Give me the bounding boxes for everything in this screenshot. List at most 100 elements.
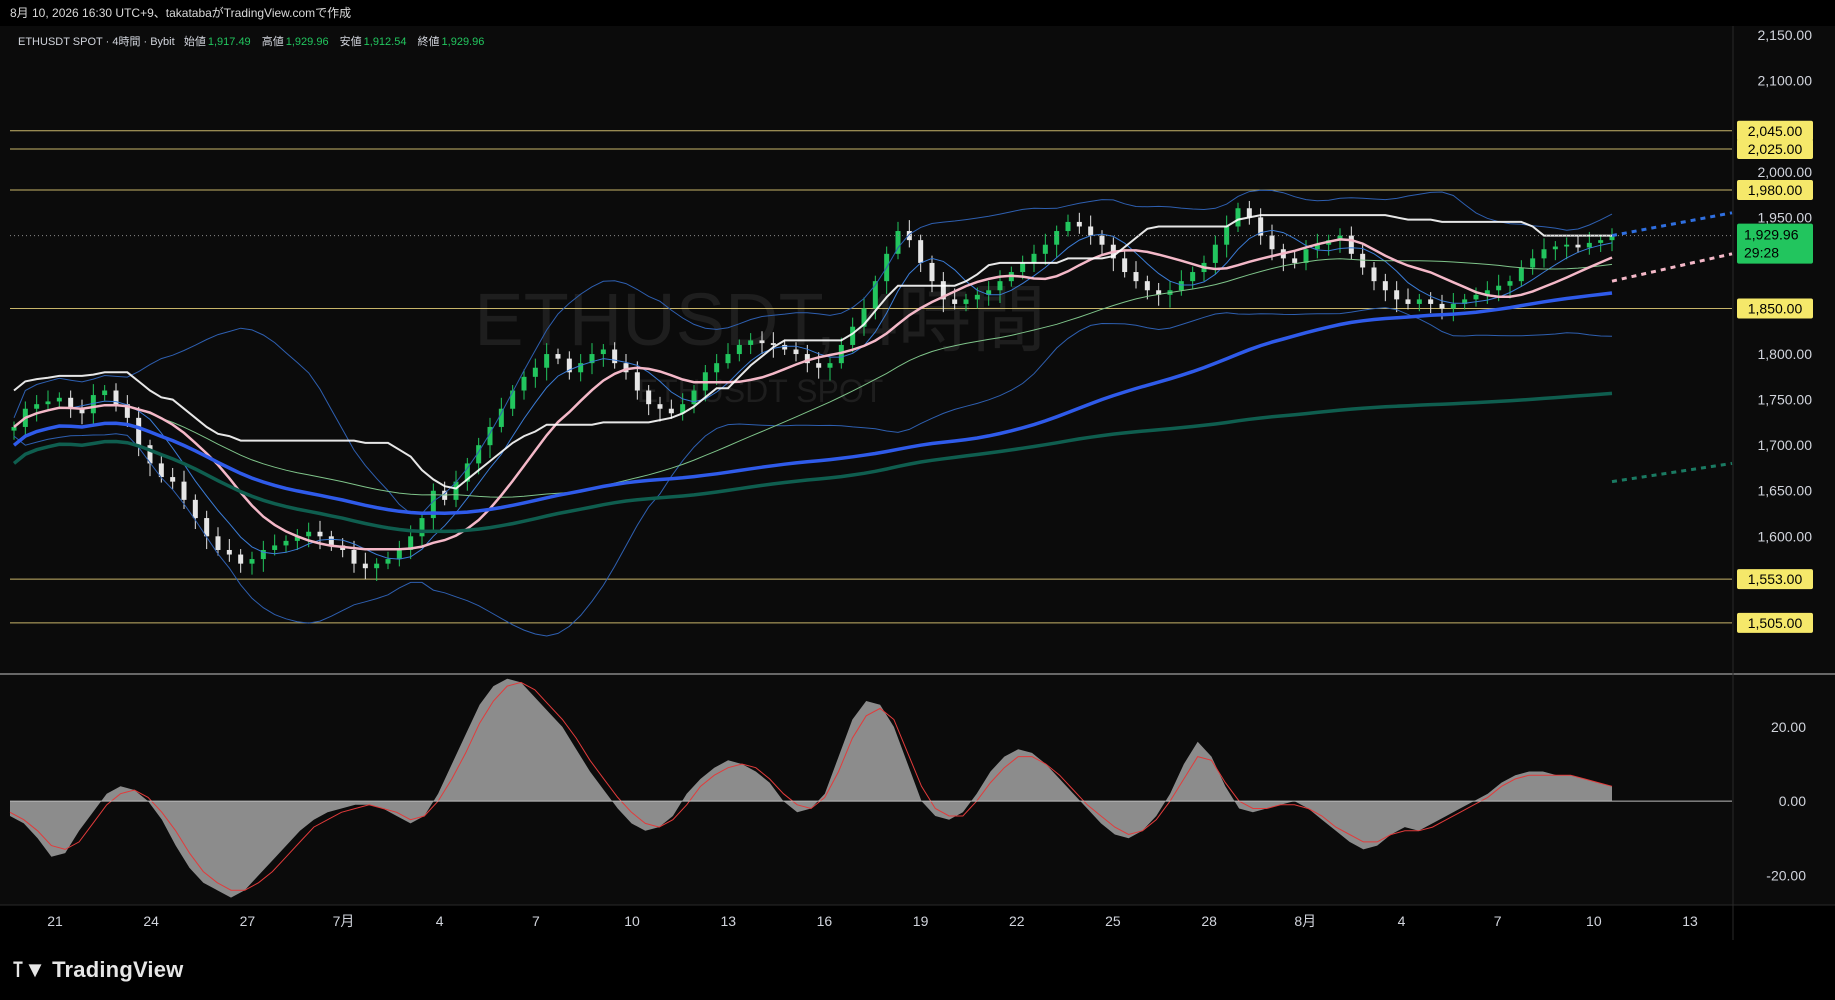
candle-body: [1042, 244, 1048, 254]
price-chart[interactable]: ETHUSDT, 4時間ETHUSDT SPOT2,150.002,100.00…: [0, 0, 1835, 940]
candle-body: [544, 354, 550, 368]
candle-body: [816, 363, 822, 368]
candle-body: [1564, 244, 1570, 247]
time-axis-label: 16: [817, 913, 833, 929]
level-tag-label: 1,505.00: [1748, 615, 1803, 631]
candle-body: [1586, 242, 1592, 248]
candle-body: [850, 326, 856, 345]
time-axis-label: 21: [47, 913, 63, 929]
candle-body: [521, 376, 527, 391]
candle-body: [974, 294, 980, 300]
candle-body: [600, 349, 606, 355]
time-axis-label: 4: [436, 913, 444, 929]
high-value: 1,929.96: [285, 36, 329, 48]
candle-body: [226, 549, 232, 555]
candle-body: [1144, 281, 1150, 291]
candle-body: [1394, 290, 1400, 300]
oscillator-axis-label: -20.00: [1766, 867, 1806, 883]
open-value: 1,917.49: [207, 36, 251, 48]
price-axis-label: 2,150.00: [1758, 27, 1813, 43]
candle-body: [1371, 267, 1377, 282]
countdown-label: 29:28: [1744, 245, 1779, 261]
time-axis-label: 7: [1494, 913, 1502, 929]
candle-body: [34, 404, 40, 409]
level-tag-label: 1,553.00: [1748, 571, 1803, 587]
price-axis-label: 2,100.00: [1758, 73, 1813, 89]
candle-body: [1292, 258, 1298, 263]
candle-body: [1133, 272, 1139, 282]
candle-body: [181, 481, 187, 500]
candle-body: [1428, 299, 1434, 304]
candle-body: [963, 299, 969, 304]
time-axis-label: 8月: [1294, 913, 1316, 929]
candle-body: [759, 340, 765, 344]
candle-body: [748, 340, 754, 345]
price-axis-label: 2,000.00: [1758, 164, 1813, 180]
candle-body: [782, 344, 788, 350]
candle-body: [1416, 299, 1422, 304]
candle-body: [192, 499, 198, 519]
candle-body: [1552, 246, 1558, 250]
candle-body: [952, 299, 958, 304]
candle-body: [1246, 208, 1252, 218]
candle-body: [1405, 299, 1411, 304]
time-axis-label: 25: [1105, 913, 1121, 929]
tradingview-logo-icon: ⊺▼: [12, 957, 47, 982]
candle-body: [714, 363, 720, 373]
candle-body: [249, 559, 255, 564]
candle-body: [1507, 281, 1513, 286]
candle-body: [56, 397, 62, 402]
time-axis-label: 13: [1682, 913, 1698, 929]
low-value: 1,912.54: [363, 36, 407, 48]
candle-body: [918, 240, 924, 263]
candle-body: [45, 401, 51, 405]
candle-body: [102, 390, 108, 396]
candle-body: [1303, 249, 1309, 263]
candle-body: [1076, 221, 1082, 227]
candle-body: [328, 536, 334, 546]
tradingview-logo[interactable]: ⊺▼ TradingView: [12, 957, 184, 983]
time-axis-label: 28: [1201, 913, 1217, 929]
candle-body: [929, 262, 935, 282]
candle-body: [136, 417, 142, 446]
time-axis-label: 24: [143, 913, 159, 929]
last-price-label: 1,929.96: [1744, 227, 1799, 243]
footer-bar: [0, 940, 1835, 1000]
candle-body: [1541, 249, 1547, 259]
candle-body: [396, 549, 402, 560]
price-axis-label: 1,950.00: [1758, 209, 1813, 225]
candle-body: [827, 363, 833, 368]
candle-body: [272, 545, 278, 550]
time-axis-label: 22: [1009, 913, 1025, 929]
time-axis-label: 19: [913, 913, 929, 929]
candle-body: [374, 563, 380, 569]
price-axis-label: 1,650.00: [1758, 483, 1813, 499]
close-label: 終値: [417, 36, 440, 48]
candle-body: [1269, 235, 1275, 250]
candle-body: [1065, 221, 1071, 232]
candle-body: [11, 426, 17, 431]
price-axis-label: 1,800.00: [1758, 346, 1813, 362]
time-axis-label: 7: [532, 913, 540, 929]
candle-body: [498, 408, 504, 427]
candle-body: [317, 531, 323, 537]
time-axis-label: 4: [1398, 913, 1406, 929]
candle-body: [215, 536, 221, 550]
candle-body: [736, 344, 742, 355]
candle-body: [1518, 267, 1524, 282]
price-axis-label: 1,600.00: [1758, 528, 1813, 544]
candle-body: [668, 408, 674, 414]
candle-body: [1054, 231, 1060, 245]
candle-body: [1598, 240, 1604, 243]
candle-body: [997, 281, 1003, 291]
candle-body: [1212, 244, 1218, 263]
candle-body: [362, 563, 368, 569]
candle-body: [1099, 235, 1105, 245]
candle-body: [1178, 281, 1184, 291]
candle-body: [306, 531, 312, 537]
low-label: 安値: [339, 36, 362, 48]
candle-body: [1575, 244, 1581, 248]
candle-body: [1530, 258, 1536, 268]
candle-body: [385, 559, 391, 564]
candle-body: [1473, 294, 1479, 300]
